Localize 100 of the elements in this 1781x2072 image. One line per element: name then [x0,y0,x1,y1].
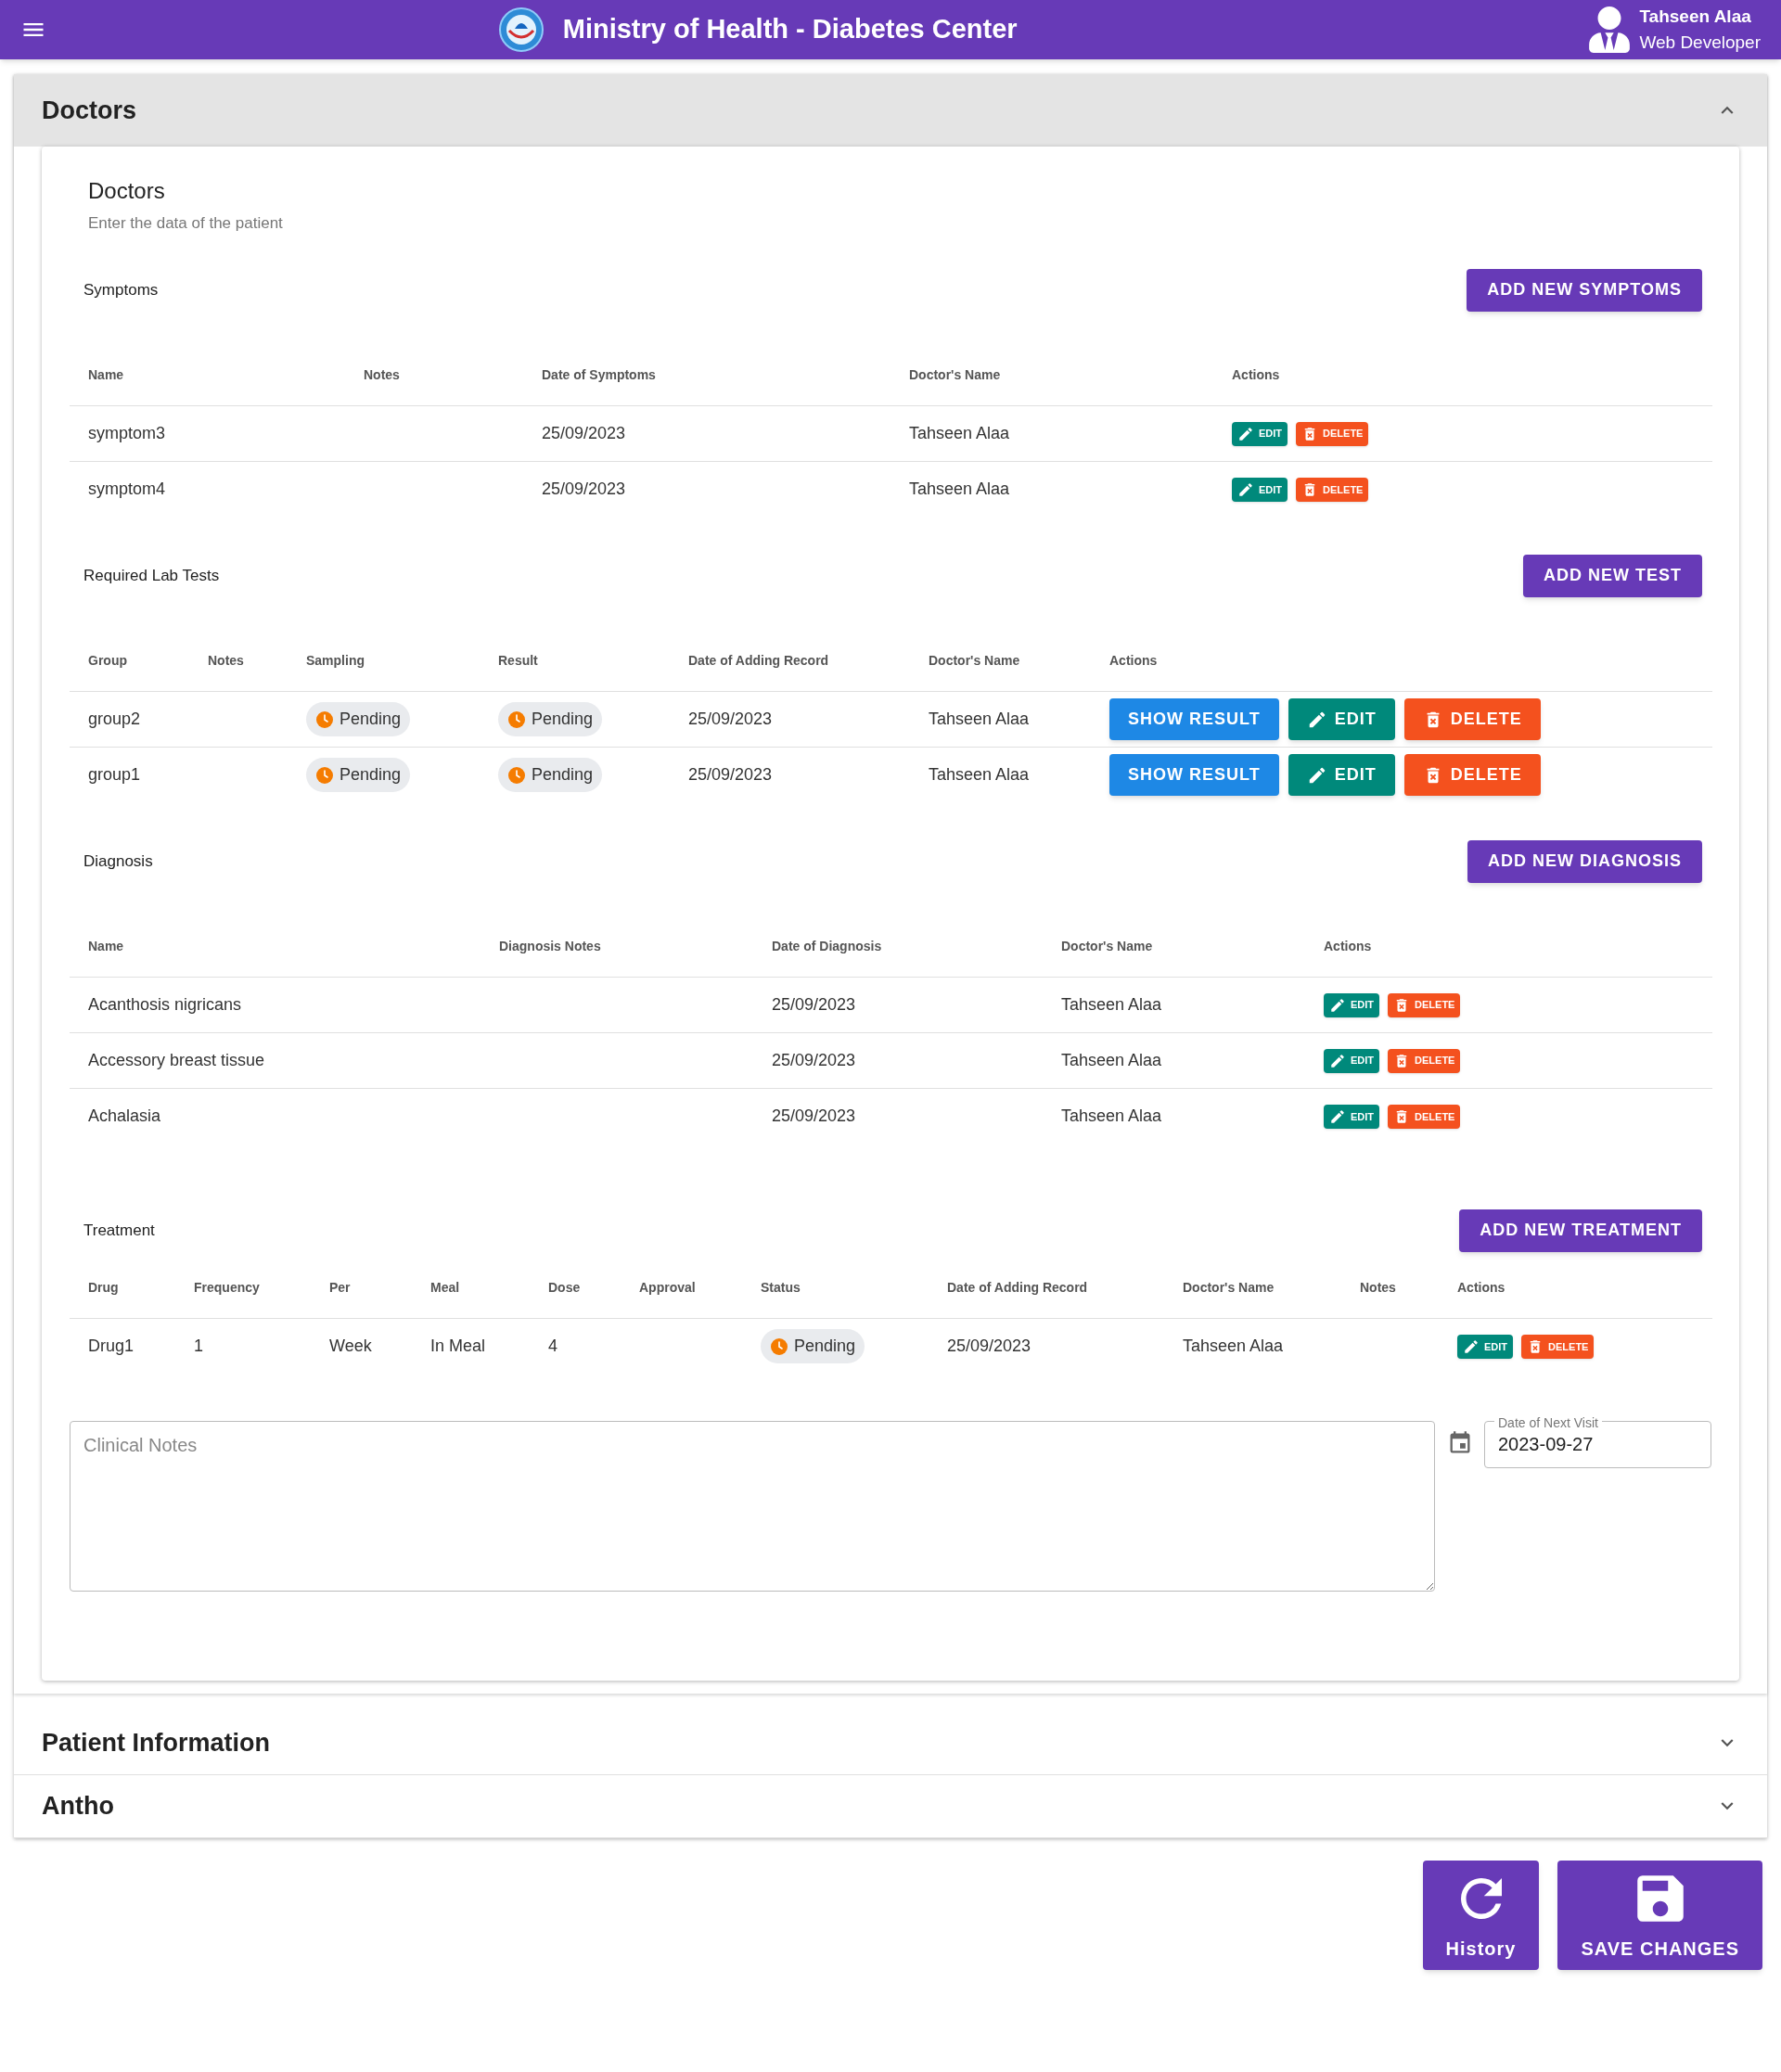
column-header: Per [329,1279,351,1295]
table-cell: Achalasia [88,1106,161,1126]
table-cell: symptom4 [88,480,166,499]
column-header: Date of Diagnosis [772,938,882,953]
column-header: Doctor's Name [1183,1279,1275,1295]
column-header: Meal [430,1279,460,1295]
table-cell: Tahseen Alaa [909,424,1010,442]
add-button[interactable]: ADD NEW DIAGNOSIS [1467,839,1702,883]
accordion-header[interactable]: Patient Information [14,1711,1767,1775]
edit-button[interactable]: EDIT [1324,992,1380,1017]
column-header: Sampling [306,652,365,668]
table-cell: 1 [194,1337,203,1356]
column-header: Result [498,652,538,668]
table-cell: 25/09/2023 [772,1051,856,1069]
column-header: Actions [1109,652,1158,668]
add-button[interactable]: ADD NEW TREATMENT [1459,1209,1702,1252]
table-cell: Tahseen Alaa [929,765,1030,785]
table-cell: Tahseen Alaa [929,710,1030,728]
user-role: Web Developer [1639,32,1761,54]
accordion-title: Doctors [42,95,136,126]
accordion-title: Patient Information [42,1727,270,1759]
date-value: 2023-09-27 [1498,1433,1594,1456]
clock-icon [315,765,334,785]
edit-button[interactable]: EDIT [1457,1334,1514,1359]
edit-button[interactable]: EDIT [1324,1048,1380,1073]
column-header: Diagnosis Notes [499,938,601,953]
table-cell: Tahseen Alaa [1183,1337,1284,1356]
pencil-icon [1329,1052,1346,1069]
section-title: Symptoms [83,279,159,301]
pencil-icon [1237,480,1254,498]
status-label: Pending [340,709,402,730]
history-button[interactable]: History [1422,1860,1540,1970]
table-cell: 25/09/2023 [947,1337,1031,1356]
table-cell: 4 [548,1337,557,1356]
delete-button[interactable]: DELETE [1296,421,1369,446]
pencil-icon [1237,425,1254,442]
show-result-button[interactable]: SHOW RESULT [1109,754,1279,797]
delete-button[interactable]: DELETE [1403,698,1541,740]
column-header: Date of Adding Record [688,652,829,668]
status-label: Pending [532,764,594,787]
column-header: Notes [364,366,400,382]
accordion-title: Antho [42,1790,114,1822]
table-cell: group1 [88,765,141,785]
delete-button[interactable]: DELETE [1388,1048,1461,1073]
add-button[interactable]: ADD NEW TEST [1523,554,1702,597]
table-cell: Acanthosis nigricans [88,995,242,1014]
column-header: Doctor's Name [1061,938,1153,953]
table-cell: 25/09/2023 [688,765,773,785]
table-cell: group2 [88,710,141,728]
column-header: Notes [1360,1279,1396,1295]
table-cell: symptom3 [88,424,166,442]
delete-button[interactable]: DELETE [1388,992,1461,1017]
delete-button[interactable]: DELETE [1521,1334,1595,1359]
card-subtitle: Enter the data of the patient [88,213,284,234]
clinical-notes-field[interactable]: Clinical Notes [70,1420,1435,1592]
column-header: Doctor's Name [909,366,1001,382]
column-header: Name [88,938,124,953]
edit-button[interactable]: EDIT [1288,698,1395,740]
delete-button[interactable]: DELETE [1388,1104,1461,1129]
user-name: Tahseen Alaa [1639,6,1752,28]
status-label: Pending [340,764,402,787]
user-icon[interactable] [1589,6,1631,53]
column-header: Doctor's Name [929,652,1020,668]
table-cell: 25/09/2023 [772,1106,856,1126]
clock-icon [770,1337,788,1356]
column-header: Frequency [194,1279,260,1295]
table-cell: Tahseen Alaa [909,480,1010,499]
clock-icon [507,765,526,785]
column-header: Approval [639,1279,696,1295]
add-button[interactable]: ADD NEW SYMPTOMS [1467,268,1702,312]
accordion-header[interactable]: Doctors [14,74,1767,147]
edit-button[interactable]: EDIT [1288,754,1395,797]
table-cell: 25/09/2023 [772,995,856,1014]
column-header: Actions [1457,1279,1506,1295]
table-cell: Tahseen Alaa [1061,995,1162,1014]
table-cell: In Meal [430,1337,486,1356]
edit-button[interactable]: EDIT [1232,421,1288,446]
delete-button[interactable]: DELETE [1403,754,1541,797]
section-title: Treatment [83,1220,155,1241]
accordion-header[interactable]: Antho [14,1774,1767,1838]
column-header: Date of Symptoms [542,366,656,382]
edit-button[interactable]: EDIT [1324,1104,1380,1129]
column-header: Status [761,1279,801,1295]
section-title: Required Lab Tests [83,565,220,586]
delete-button[interactable]: DELETE [1296,477,1369,502]
column-header: Group [88,652,127,668]
table-cell: Tahseen Alaa [1061,1051,1162,1069]
column-header: Actions [1232,366,1280,382]
card-title: Doctors [88,177,166,205]
show-result-button[interactable]: SHOW RESULT [1109,698,1279,740]
column-header: Drug [88,1279,119,1295]
column-header: Notes [208,652,244,668]
app-title: Ministry of Health - Diabetes Center [562,13,1018,46]
pencil-icon [1329,996,1346,1014]
save-changes-button[interactable]: SAVE CHANGES [1557,1860,1762,1970]
edit-button[interactable]: EDIT [1232,477,1288,502]
clock-icon [507,710,526,729]
pencil-icon [1329,1107,1346,1125]
logo-icon [497,6,545,53]
table-cell: Accessory breast tissue [88,1051,265,1069]
